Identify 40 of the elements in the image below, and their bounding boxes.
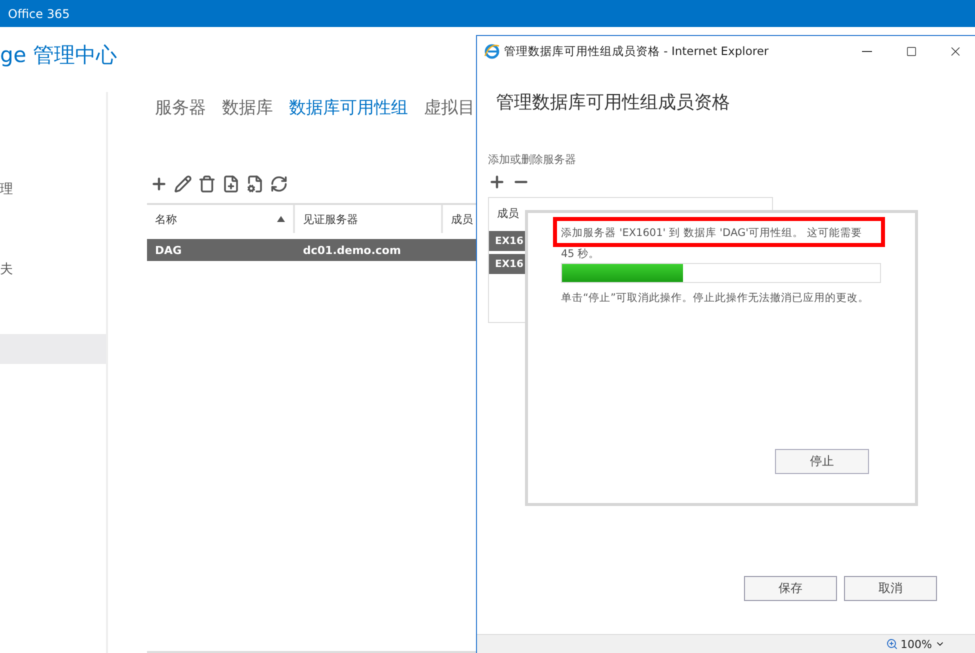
zoom-level[interactable]: 100% (900, 638, 932, 650)
nav-item[interactable]: 理 (0, 174, 106, 204)
save-button[interactable]: 保存 (744, 576, 837, 601)
add-icon[interactable] (150, 175, 168, 193)
nav-item[interactable]: 夫 (0, 254, 106, 284)
zoom-icon[interactable] (886, 638, 898, 650)
section-label: 添加或删除服务器 (488, 152, 577, 167)
table-row[interactable]: DAG dc01.demo.com (147, 239, 476, 261)
server-settings-icon[interactable] (246, 175, 264, 193)
add-server-icon[interactable] (222, 175, 240, 193)
minimize-icon (862, 50, 872, 52)
tab[interactable]: 数据库 (222, 96, 273, 119)
table-cell-text: DAG (154, 242, 183, 258)
dialog-heading: 管理数据库可用性组成员资格 (496, 91, 731, 114)
table-cell-text: dc01.demo.com (302, 242, 402, 258)
suite-title: Office 365 (8, 6, 70, 20)
cancel-button[interactable]: 取消 (844, 576, 937, 601)
window-title: 管理数据库可用性组成员资格 - Internet Explorer (504, 44, 770, 58)
stop-note: 单击“停止”可取消此操作。停止此操作无法撤消已应用的更改。 (561, 291, 870, 305)
refresh-icon[interactable] (270, 175, 288, 193)
column-header[interactable]: 见证服务器 (295, 205, 443, 233)
column-label: 名称 (155, 212, 177, 226)
column-header[interactable]: 名称 (147, 205, 295, 233)
column-label: 成员 (451, 212, 473, 226)
stop-button[interactable]: 停止 (775, 449, 869, 474)
column-label: 见证服务器 (303, 212, 358, 226)
delete-icon[interactable] (198, 175, 216, 193)
progress-message: 添加服务器 'EX1601' 到 数据库 'DAG'可用性组。 这可能需要 (553, 217, 885, 247)
list-item[interactable]: EX16 (489, 254, 526, 274)
column-header[interactable]: 成员 (489, 198, 526, 228)
list-item[interactable]: EX16 (489, 231, 526, 251)
add-icon[interactable] (488, 173, 506, 191)
edit-icon[interactable] (174, 175, 192, 193)
progress-message: 45 秒。 (561, 247, 601, 261)
tab[interactable]: 服务器 (155, 96, 206, 119)
tab[interactable]: 虚拟目 (424, 96, 475, 119)
maximize-icon (906, 46, 916, 56)
app-title: ge 管理中心 (0, 43, 117, 67)
browser-logo-icon (484, 43, 500, 59)
tab[interactable]: 数据库可用性组 (289, 96, 408, 119)
